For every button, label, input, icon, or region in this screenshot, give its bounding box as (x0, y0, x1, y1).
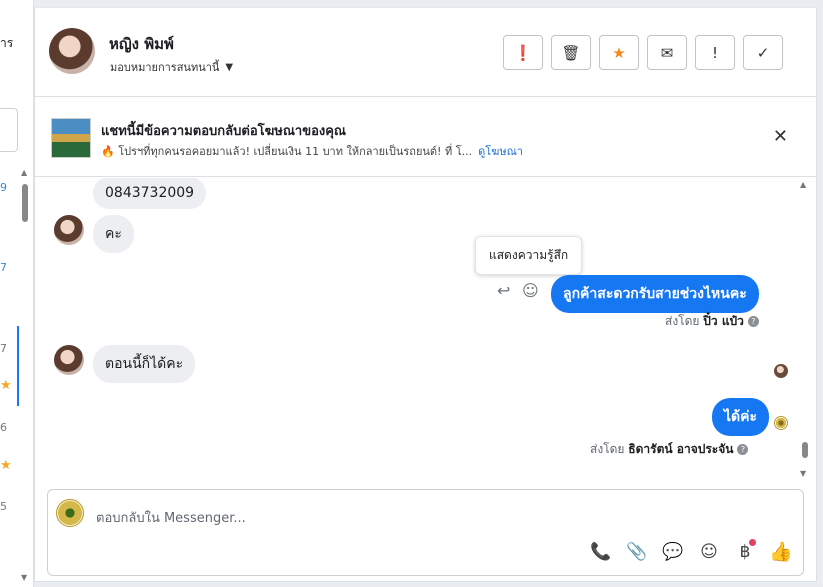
conversation-panel: หญิง พิมพ์ มอบหมายการสนทนานี้ ▼ ❗ 🗑 ★ ✉ … (34, 7, 817, 582)
help-icon[interactable]: ? (747, 316, 759, 327)
avatar (54, 215, 84, 245)
contact-name[interactable]: หญิง พิมพ์ (109, 32, 174, 56)
scroll-up-arrow-icon[interactable]: ▲ (21, 168, 27, 177)
sent-by-name: ธิดารัตน์ อาจประจัน (628, 442, 734, 456)
mark-spam-button[interactable]: ❗ (503, 35, 543, 70)
header-actions: ❗ 🗑 ★ ✉ ! ✓ (503, 35, 783, 70)
list-item-count[interactable]: 5 (0, 500, 7, 513)
smiley-icon[interactable]: ☺ (522, 281, 539, 300)
scroll-thumb[interactable] (802, 442, 808, 458)
star-icon: ★ (0, 458, 12, 473)
help-icon[interactable]: ? (737, 444, 749, 455)
list-search-box[interactable] (0, 108, 18, 152)
exclamation-circle-icon: ❗ (513, 43, 533, 62)
done-button[interactable]: ✓ (743, 35, 783, 70)
follow-up-button[interactable]: ! (695, 35, 735, 70)
ad-banner-subtitle: 🔥 โปรฯที่ทุกคนรอคอยมาแล้ว! เปลี่ยนเงิน 1… (101, 142, 523, 160)
exclamation-icon: ! (711, 43, 718, 62)
view-ad-link[interactable]: ดูโฆษณา (478, 145, 523, 158)
delete-button[interactable]: 🗑 (551, 35, 591, 70)
ad-reply-banner: แชทนี้มีข้อความตอบกลับต่อโฆษณาของคุณ 🔥 โ… (35, 98, 816, 177)
notification-dot (749, 538, 756, 546)
assign-conversation-dropdown[interactable]: มอบหมายการสนทนานี้ ▼ (110, 58, 233, 76)
star-icon: ★ (612, 43, 626, 62)
thread-scrollbar[interactable]: ▲ ▼ (800, 180, 810, 478)
message-composer[interactable]: ตอบกลับใน Messenger... 📞 📎 💬 ☺ ฿ 👍 (47, 489, 804, 576)
incoming-message[interactable]: คะ (93, 215, 134, 253)
avatar[interactable] (49, 28, 95, 74)
incoming-message[interactable]: 0843732009 (93, 178, 207, 209)
smiley-icon[interactable]: ☺ (697, 542, 721, 562)
composer-toolbar: 📞 📎 💬 ☺ ฿ 👍 (589, 538, 793, 563)
incoming-message[interactable]: ตอนนี้ก็ได้คะ (93, 345, 196, 383)
close-icon[interactable]: ✕ (773, 126, 788, 147)
list-item-count[interactable]: 7 (0, 342, 7, 355)
reply-input[interactable]: ตอบกลับใน Messenger... (96, 507, 246, 528)
paperclip-icon[interactable]: 📎 (625, 542, 649, 562)
avatar (54, 345, 84, 375)
envelope-icon: ✉ (660, 43, 674, 62)
trash-icon: 🗑 (561, 43, 581, 62)
sent-by-label: ส่งโดย ปิ๋ว แป๋ว? (665, 312, 759, 331)
thumbs-up-icon[interactable]: 👍 (769, 540, 793, 563)
caret-down-icon: ▼ (225, 61, 234, 73)
conversation-list-strip: าร 9 7 7 ★ 6 ★ 5 ▲ ▼ (0, 0, 34, 587)
page-avatar (56, 499, 84, 527)
star-icon: ★ (0, 378, 12, 393)
list-item-count[interactable]: 9 (0, 181, 7, 194)
conversation-header: หญิง พิมพ์ มอบหมายการสนทนานี้ ▼ ❗ 🗑 ★ ✉ … (35, 8, 816, 97)
phone-plus-icon[interactable]: 📞 (589, 542, 613, 562)
list-cut-text: าร (0, 36, 14, 50)
list-item-count[interactable]: 7 (0, 261, 7, 274)
outgoing-message[interactable]: ลูกค้าสะดวกรับสายช่วงไหนคะ (551, 275, 759, 313)
scroll-thumb[interactable] (22, 184, 28, 222)
chat-bubble-icon[interactable]: 💬 (661, 542, 685, 562)
message-thread[interactable]: 0843732009 คะ แสดงความรู้สึก ↩ ☺ ลูกค้าส… (35, 178, 797, 478)
scroll-down-arrow-icon[interactable]: ▼ (21, 573, 27, 582)
sent-by-name: ปิ๋ว แป๋ว (703, 314, 744, 328)
sent-by-prefix: ส่งโดย (590, 442, 625, 456)
scroll-down-arrow-icon[interactable]: ▼ (800, 469, 806, 478)
baht-icon[interactable]: ฿ (733, 538, 757, 562)
reply-icon[interactable]: ↩ (497, 281, 510, 300)
scroll-up-arrow-icon[interactable]: ▲ (800, 180, 806, 189)
reaction-tooltip: แสดงความรู้สึก (475, 236, 583, 275)
read-receipt-avatar (774, 416, 788, 430)
read-receipt-avatar (774, 364, 788, 378)
list-scrollbar[interactable]: ▲ ▼ (18, 168, 32, 582)
ad-thumbnail[interactable] (51, 118, 91, 158)
ad-text: 🔥 โปรฯที่ทุกคนรอคอยมาแล้ว! เปลี่ยนเงิน 1… (101, 145, 473, 158)
mark-unread-button[interactable]: ✉ (647, 35, 687, 70)
sent-by-label: ส่งโดย ธิดารัตน์ อาจประจัน? (590, 440, 749, 459)
star-button[interactable]: ★ (599, 35, 639, 70)
sent-by-prefix: ส่งโดย (665, 314, 700, 328)
checkmark-icon: ✓ (756, 43, 770, 62)
ad-banner-title: แชทนี้มีข้อความตอบกลับต่อโฆษณาของคุณ (101, 124, 346, 139)
list-item-count[interactable]: 6 (0, 421, 7, 434)
assign-label: มอบหมายการสนทนานี้ (110, 61, 220, 74)
outgoing-message[interactable]: ได้ค่ะ (712, 398, 770, 436)
